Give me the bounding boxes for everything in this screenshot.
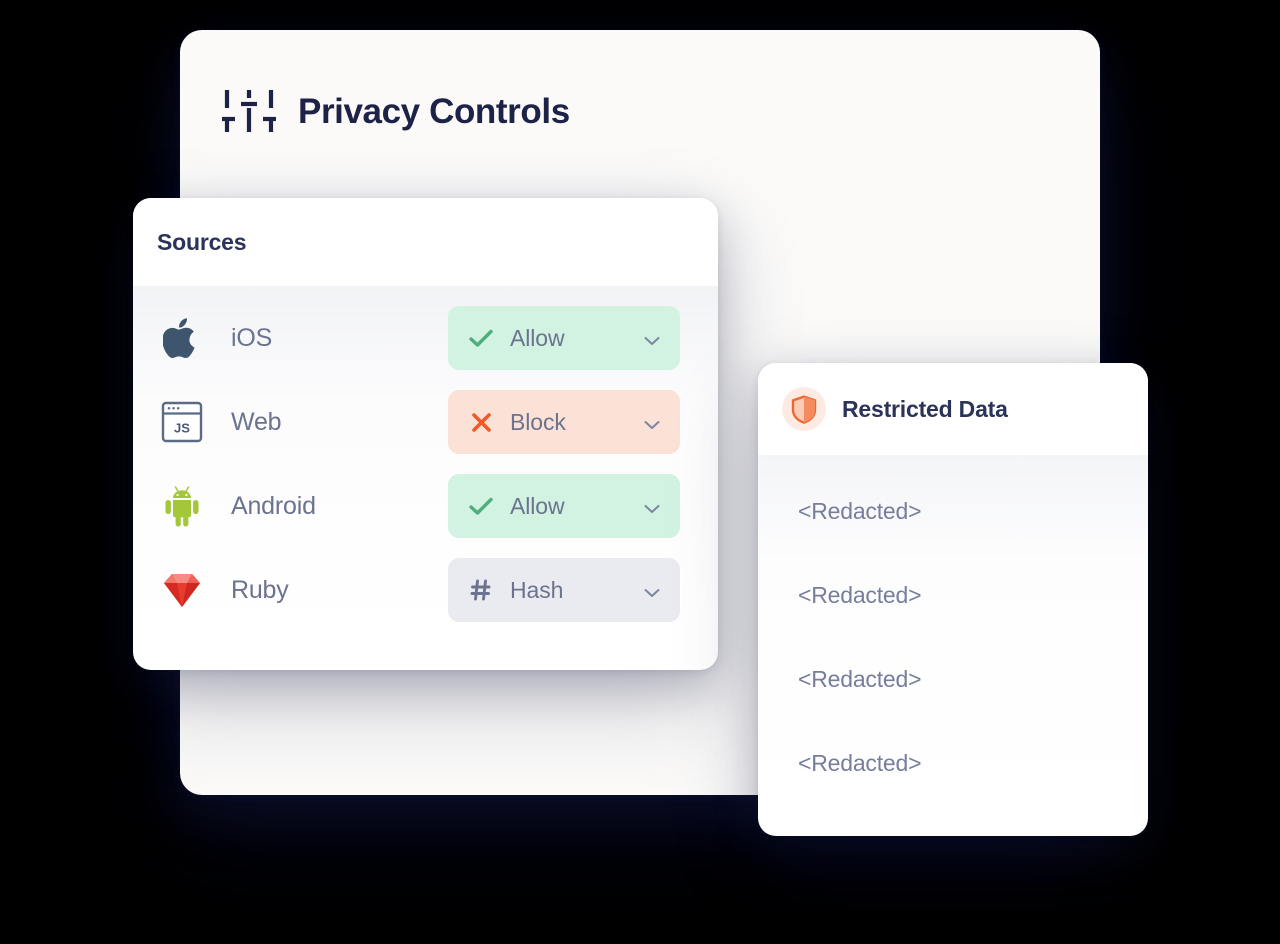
sliders-icon: [222, 86, 276, 136]
status-dropdown-android[interactable]: Allow: [448, 474, 680, 538]
source-row-ios[interactable]: iOS Allow: [133, 296, 718, 380]
redacted-value: <Redacted>: [798, 581, 922, 608]
list-item: <Redacted>: [758, 637, 1148, 721]
page-title: Privacy Controls: [298, 91, 570, 131]
sources-panel-header: Sources: [133, 198, 718, 286]
source-label: iOS: [231, 323, 273, 352]
redacted-value: <Redacted>: [798, 749, 922, 776]
x-icon: [468, 412, 494, 433]
status-label: Block: [510, 408, 566, 435]
status-dropdown-web[interactable]: Block: [448, 390, 680, 454]
source-label: Web: [231, 407, 282, 436]
source-label: Android: [231, 491, 316, 520]
list-item: <Redacted>: [758, 553, 1148, 637]
status-label: Allow: [510, 324, 565, 351]
sources-list: iOS Allow JS Web Block Android Allow Rub…: [133, 286, 718, 632]
chevron-down-icon[interactable]: [644, 585, 660, 597]
redacted-value: <Redacted>: [798, 665, 922, 692]
privacy-controls-header: Privacy Controls: [180, 30, 1100, 136]
list-item: <Redacted>: [758, 721, 1148, 805]
restricted-data-title: Restricted Data: [842, 395, 1008, 422]
check-icon: [468, 497, 494, 516]
restricted-data-header: Restricted Data: [758, 363, 1148, 455]
redacted-value: <Redacted>: [798, 497, 922, 524]
js-browser-icon: JS: [159, 400, 205, 444]
sources-panel: Sources iOS Allow JS Web Block Android A…: [133, 198, 718, 670]
android-icon: [159, 484, 205, 528]
source-row-web[interactable]: JS Web Block: [133, 380, 718, 464]
chevron-down-icon[interactable]: [644, 501, 660, 513]
screenshot-stage: Privacy Controls Sources iOS Allow JS We…: [0, 0, 1280, 944]
status-label: Allow: [510, 492, 565, 519]
shield-icon: [782, 387, 826, 431]
chevron-down-icon[interactable]: [644, 417, 660, 429]
source-row-android[interactable]: Android Allow: [133, 464, 718, 548]
source-row-ruby[interactable]: Ruby Hash: [133, 548, 718, 632]
source-label: Ruby: [231, 575, 289, 604]
svg-text:JS: JS: [174, 421, 190, 436]
ruby-gem-icon: [159, 570, 205, 610]
status-label: Hash: [510, 576, 564, 603]
hash-icon: [468, 579, 494, 601]
status-dropdown-ios[interactable]: Allow: [448, 306, 680, 370]
status-dropdown-ruby[interactable]: Hash: [448, 558, 680, 622]
restricted-data-panel: Restricted Data <Redacted> <Redacted> <R…: [758, 363, 1148, 836]
list-item: <Redacted>: [758, 469, 1148, 553]
check-icon: [468, 329, 494, 348]
apple-icon: [159, 316, 205, 360]
sources-title: Sources: [157, 228, 247, 255]
restricted-data-list: <Redacted> <Redacted> <Redacted> <Redact…: [758, 455, 1148, 805]
chevron-down-icon[interactable]: [644, 333, 660, 345]
